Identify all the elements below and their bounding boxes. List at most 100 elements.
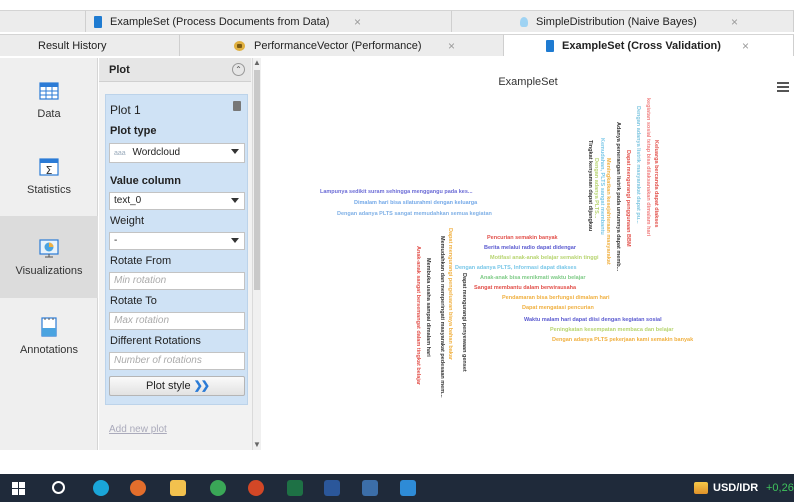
nav-item-data[interactable]: Data bbox=[0, 80, 98, 150]
wordcloud-word: Kemudahan, PLTS sangat membantu bbox=[599, 138, 605, 235]
wordcloud-word: Pencurian semakin banyak bbox=[487, 235, 558, 241]
wordcloud-word: kegiatan sosial tetap bisa dilaksanakan … bbox=[645, 98, 651, 237]
notes-icon bbox=[41, 317, 57, 337]
table-icon bbox=[546, 39, 554, 52]
tab-performance-vector[interactable]: PerformanceVector (Performance) × bbox=[180, 34, 504, 56]
chart-title: ExampleSet bbox=[498, 76, 558, 88]
different-rotations-label: Different Rotations bbox=[110, 335, 201, 347]
wordcloud-word: Meningkatkan kesejahteraan masyarakat bbox=[605, 158, 611, 265]
tab-spacer-left bbox=[0, 10, 86, 32]
value-column-select[interactable]: text_0 bbox=[109, 192, 245, 210]
wordcloud-word: Adanya penerangan listrik pada umumnya d… bbox=[615, 122, 621, 272]
scroll-down-icon[interactable]: ▼ bbox=[253, 440, 261, 450]
left-nav: Data Σ Statistics Visualizations Annotat… bbox=[0, 58, 98, 450]
wordcloud-chart: ExampleSet Lampunya sedikit suram sehing… bbox=[262, 58, 794, 450]
wordcloud-word: Anak-anak sangat bersemangat dalam tingk… bbox=[415, 246, 421, 386]
weight-select[interactable]: - bbox=[109, 232, 245, 250]
wordcloud-word: Dapat mengurangi penyewaan genset bbox=[461, 273, 467, 372]
performance-icon bbox=[234, 40, 246, 52]
wordcloud-word: Sangat membantu dalam berwirausaha bbox=[474, 285, 577, 291]
chart-icon bbox=[39, 239, 59, 258]
wordcloud-word: Dengan adanya PLTS pekerjaan kami semaki… bbox=[552, 337, 694, 343]
wordcloud-word: Keluarga bercanda dapat diakses bbox=[653, 140, 659, 228]
chevron-down-icon bbox=[231, 238, 239, 243]
wordcloud-word: Dapat mengatasi pencurian bbox=[522, 305, 594, 311]
tab-exampleset-cross-validation[interactable]: ExampleSet (Cross Validation) × bbox=[504, 34, 794, 56]
tab-result-history[interactable]: Result History bbox=[0, 34, 180, 56]
tab-exampleset-process-documents[interactable]: ExampleSet (Process Documents from Data)… bbox=[86, 10, 452, 32]
sigma-icon: Σ bbox=[39, 158, 59, 177]
panel-scrollbar[interactable]: ▲ ▼ bbox=[252, 58, 261, 450]
wordcloud-word: Dapat mengurangi pengeluaran biaya bahan… bbox=[447, 228, 453, 361]
table-icon bbox=[94, 15, 102, 28]
chevron-down-icon bbox=[231, 149, 239, 154]
word-icon[interactable] bbox=[324, 480, 340, 496]
tab-row-top: ExampleSet (Process Documents from Data)… bbox=[0, 10, 794, 32]
ticker-change: +0,26% bbox=[766, 482, 794, 494]
rotate-from-label: Rotate From bbox=[110, 255, 172, 267]
plot-style-button[interactable]: Plot style ❯❯ bbox=[109, 376, 245, 396]
wordcloud-word: Dengan adanya PLTS sangat memudahkan sem… bbox=[337, 211, 492, 217]
edge-browser-icon[interactable] bbox=[93, 480, 109, 496]
wordcloud-word: Dapat mengurangi penggunaan BBM bbox=[625, 150, 631, 247]
lightbulb-icon bbox=[520, 16, 528, 27]
close-icon[interactable]: × bbox=[354, 15, 361, 29]
chrome-icon[interactable] bbox=[210, 480, 226, 496]
firefox-icon[interactable] bbox=[130, 480, 146, 496]
plot-card: Plot 1 Plot type aaa Wordcloud Value col… bbox=[105, 94, 248, 405]
app-window: ExampleSet (Process Documents from Data)… bbox=[0, 0, 794, 502]
weight-label: Weight bbox=[110, 215, 145, 227]
wordcloud-word: Dengan adanya listrik masyarakat dapat p… bbox=[635, 106, 641, 224]
scroll-up-icon[interactable]: ▲ bbox=[253, 58, 261, 68]
add-new-plot-link[interactable]: Add new plot bbox=[109, 424, 167, 435]
table-grid-icon bbox=[39, 82, 59, 100]
rapidminer-icon[interactable] bbox=[400, 480, 416, 496]
plot-type-label: Plot type bbox=[110, 125, 157, 137]
plot-config-panel: Plot ⌃ Plot 1 Plot type aaa Wordcloud Va… bbox=[99, 58, 261, 450]
search-icon[interactable] bbox=[52, 481, 65, 494]
wordcloud-word: Dengan adanya PLTS, Informasi dapat diak… bbox=[455, 265, 577, 271]
wordcloud-word: Tingkat kenyaman dapat dijangkau bbox=[587, 140, 593, 232]
panel-header: Plot ⌃ bbox=[99, 58, 251, 82]
svg-text:Σ: Σ bbox=[46, 164, 53, 177]
excel-icon[interactable] bbox=[287, 480, 303, 496]
collapse-icon[interactable]: ⌃ bbox=[232, 63, 245, 76]
file-explorer-icon[interactable] bbox=[170, 480, 186, 496]
wordcloud-word: Motifasi anak-anak belajar semakin tingg… bbox=[490, 255, 599, 261]
scrollbar-thumb[interactable] bbox=[254, 70, 260, 290]
powerpoint-icon[interactable] bbox=[248, 480, 264, 496]
taskbar: USD/IDR +0,26% bbox=[0, 474, 794, 502]
wordcloud-word: Pendamaran bisa berfungsi dimalam hari bbox=[502, 295, 610, 301]
rotate-from-input[interactable]: Min rotation bbox=[109, 272, 245, 290]
rotate-to-input[interactable]: Max rotation bbox=[109, 312, 245, 330]
close-icon[interactable]: × bbox=[731, 15, 738, 29]
double-chevron-right-icon: ❯❯ bbox=[193, 380, 211, 392]
different-rotations-input[interactable]: Number of rotations bbox=[109, 352, 245, 370]
wordcloud-word: Berita melalui radio dapat didengar bbox=[484, 245, 576, 251]
wordcloud-word: Memudahkan dan memperingati masyarakat p… bbox=[439, 236, 445, 398]
close-icon[interactable]: × bbox=[742, 39, 749, 53]
wordcloud-word: Peningkatan kesempatan membaca dan belaj… bbox=[550, 327, 674, 333]
nav-item-annotations[interactable]: Annotations bbox=[0, 316, 98, 386]
plot-name: Plot 1 bbox=[110, 103, 141, 117]
ticker-label[interactable]: USD/IDR bbox=[713, 482, 758, 494]
hamburger-menu-icon[interactable] bbox=[777, 82, 789, 92]
wordcloud-word: Dimalam hari bisa silaturahmi dengan kel… bbox=[354, 200, 478, 206]
trash-icon[interactable] bbox=[233, 101, 241, 111]
plot-type-select[interactable]: aaa Wordcloud bbox=[109, 143, 245, 163]
tab-row-bottom: Result History PerformanceVector (Perfor… bbox=[0, 34, 794, 56]
chevron-down-icon bbox=[231, 198, 239, 203]
app-icon[interactable] bbox=[362, 480, 378, 496]
wordcloud-word: Membuka usaha sampai dimalam hari bbox=[425, 258, 431, 357]
tab-simple-distribution[interactable]: SimpleDistribution (Naive Bayes) × bbox=[452, 10, 794, 32]
value-column-label: Value column bbox=[110, 175, 181, 187]
wordcloud-word: Lampunya sedikit suram sehingga menggang… bbox=[320, 189, 473, 195]
close-icon[interactable]: × bbox=[448, 39, 455, 53]
rotate-to-label: Rotate To bbox=[110, 295, 157, 307]
wordcloud-word: Anak-anak bisa menikmati waktu belajar bbox=[480, 275, 586, 281]
ticker-icon bbox=[694, 482, 708, 494]
nav-item-visualizations[interactable]: Visualizations bbox=[0, 216, 98, 298]
wordcloud-word: Dengan adanya PLTS... bbox=[593, 158, 599, 219]
windows-start-icon[interactable] bbox=[12, 482, 25, 495]
wordcloud-icon: aaa bbox=[114, 150, 126, 157]
